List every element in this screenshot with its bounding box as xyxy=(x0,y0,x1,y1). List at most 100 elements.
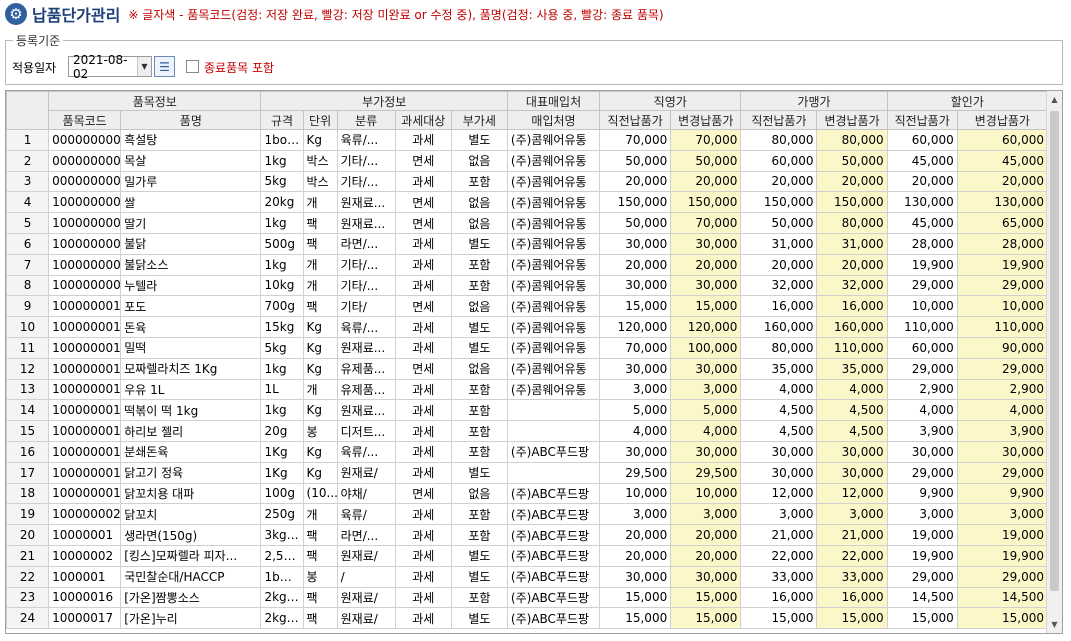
tax-target-cell[interactable]: 과세 xyxy=(394,129,452,151)
row-number-cell[interactable]: 23 xyxy=(6,586,50,609)
vat-cell[interactable]: 포함 xyxy=(450,420,508,442)
tax-target-cell[interactable]: 과세 xyxy=(394,378,452,401)
direct-prev-cell[interactable]: 29,500 xyxy=(599,461,672,484)
vat-cell[interactable]: 별도 xyxy=(450,129,508,151)
vat-cell[interactable]: 별도 xyxy=(450,544,508,567)
direct-new-cell[interactable]: 3,000 xyxy=(670,378,742,401)
table-row[interactable]: 161000000017분쇄돈육1KgKg육류/...과세포함(주)ABC푸드팡… xyxy=(6,440,1049,463)
vendor-cell[interactable]: (주)콤웨어유통 xyxy=(506,274,601,297)
include-ended-label[interactable]: 종료품목 포함 xyxy=(204,59,274,76)
table-row[interactable]: 30000000004밀가루5kg박스기타/...과세포함(주)콤웨어유통20,… xyxy=(6,170,1049,193)
code-cell[interactable]: 1000000019 xyxy=(48,482,122,505)
table-row[interactable]: 24 10000017 [가온]누리 2kg*... 팩 원재료/과세 별도 (주)ABC푸드… xyxy=(6,607,1049,630)
franchise-prev-cell[interactable]: 30,000 xyxy=(740,461,818,484)
name-cell[interactable]: 포도 xyxy=(120,295,262,318)
direct-prev-cell[interactable]: 20,000 xyxy=(599,170,672,193)
discount-prev-cell[interactable]: 20,000 xyxy=(886,170,958,193)
tax-target-cell[interactable]: 과세 xyxy=(394,607,452,630)
vendor-cell[interactable]: (주)ABC푸드팡 xyxy=(506,586,601,609)
table-row[interactable]: 21 10000002 [킹스]모짜렐라 피자... 2,5k... 팩 원재료/과세 별도… xyxy=(6,544,1049,567)
discount-prev-cell[interactable]: 28,000 xyxy=(886,232,958,255)
discount-prev-cell[interactable]: 45,000 xyxy=(886,149,958,172)
vat-cell[interactable]: 포함 xyxy=(450,524,508,546)
table-row[interactable]: 61000000007불닭500g팩라면/...과세별도(주)콤웨어유통30,0… xyxy=(6,232,1049,255)
code-cell[interactable]: 10000002 xyxy=(48,544,122,567)
spec-cell[interactable]: 500g xyxy=(260,232,304,255)
direct-new-cell[interactable]: 4,000 xyxy=(670,420,742,442)
row-number-cell[interactable]: 14 xyxy=(6,399,50,422)
franchise-new-cell[interactable]: 12,000 xyxy=(816,482,888,505)
column-header-tax-target[interactable]: 과세대상 xyxy=(394,110,452,130)
franchise-new-cell[interactable]: 160,000 xyxy=(816,316,888,338)
discount-prev-cell[interactable]: 130,000 xyxy=(886,191,958,214)
unit-cell[interactable]: 개 xyxy=(302,191,338,214)
discount-new-cell[interactable]: 15,000 xyxy=(956,607,1049,630)
discount-new-cell[interactable]: 29,000 xyxy=(956,274,1049,297)
franchise-prev-cell[interactable]: 30,000 xyxy=(740,440,818,463)
spec-cell[interactable]: 250g xyxy=(260,503,304,526)
code-cell[interactable]: 1000000020 xyxy=(48,503,122,526)
discount-new-cell[interactable]: 60,000 xyxy=(956,129,1049,151)
row-number-cell[interactable]: 7 xyxy=(6,253,50,276)
column-header-direct-prev[interactable]: 직전납품가 xyxy=(599,110,672,130)
direct-new-cell[interactable]: 29,500 xyxy=(670,461,742,484)
vat-cell[interactable]: 포함 xyxy=(450,274,508,297)
discount-new-cell[interactable]: 9,900 xyxy=(956,482,1049,505)
franchise-new-cell[interactable]: 4,000 xyxy=(816,378,888,401)
vendor-cell[interactable] xyxy=(506,461,601,484)
table-row[interactable]: 221000001국민찰순대/HACCP1b=1...봉/과세별도(주)ABC푸… xyxy=(6,565,1049,588)
unit-cell[interactable]: 개 xyxy=(302,378,338,401)
discount-prev-cell[interactable]: 15,000 xyxy=(886,607,958,630)
category-cell[interactable]: 원재료... xyxy=(336,191,396,214)
unit-cell[interactable]: 팩 xyxy=(302,524,338,546)
discount-new-cell[interactable]: 30,000 xyxy=(956,440,1049,463)
row-number-cell[interactable]: 17 xyxy=(6,461,50,484)
tax-target-cell[interactable]: 과세 xyxy=(394,420,452,442)
discount-prev-cell[interactable]: 45,000 xyxy=(886,212,958,234)
spec-cell[interactable]: 1b=1... xyxy=(260,565,304,588)
row-number-cell[interactable]: 19 xyxy=(6,503,50,526)
spec-cell[interactable]: 1kg xyxy=(260,357,304,380)
code-cell[interactable]: 10000001 xyxy=(48,524,122,546)
category-cell[interactable]: 디저트... xyxy=(336,420,396,442)
name-cell[interactable]: 닭고기 정육 xyxy=(120,461,262,484)
franchise-new-cell[interactable]: 110,000 xyxy=(816,336,888,359)
direct-prev-cell[interactable]: 70,000 xyxy=(599,129,672,151)
tax-target-cell[interactable]: 과세 xyxy=(394,544,452,567)
direct-prev-cell[interactable]: 50,000 xyxy=(599,212,672,234)
discount-prev-cell[interactable]: 3,000 xyxy=(886,503,958,526)
tax-target-cell[interactable]: 과세 xyxy=(394,253,452,276)
table-row[interactable]: 71000000008불닭소스1kg개기타/...과세포함(주)콤웨어유통20,… xyxy=(6,253,1049,276)
franchise-new-cell[interactable]: 35,000 xyxy=(816,357,888,380)
franchise-prev-cell[interactable]: 12,000 xyxy=(740,482,818,505)
franchise-prev-cell[interactable]: 80,000 xyxy=(740,336,818,359)
code-cell[interactable]: 0000000004 xyxy=(48,170,122,193)
vat-cell[interactable]: 별도 xyxy=(450,232,508,255)
name-cell[interactable]: 모짜렐라치즈 1Kg xyxy=(120,357,262,380)
vat-cell[interactable]: 없음 xyxy=(450,482,508,505)
row-number-cell[interactable]: 5 xyxy=(6,212,50,234)
spec-cell[interactable]: 1kg xyxy=(260,253,304,276)
code-cell[interactable]: 0000000001 xyxy=(48,129,122,151)
direct-new-cell[interactable]: 15,000 xyxy=(670,295,742,318)
table-row[interactable]: 131000000014우유 1L1L개유제품...과세포함(주)콤웨어유통3,… xyxy=(6,378,1049,401)
vendor-cell[interactable]: (주)콤웨어유통 xyxy=(506,232,601,255)
category-cell[interactable]: 유제품... xyxy=(336,357,396,380)
unit-cell[interactable]: Kg xyxy=(302,129,338,151)
discount-prev-cell[interactable]: 29,000 xyxy=(886,565,958,588)
vat-cell[interactable]: 없음 xyxy=(450,357,508,380)
tax-target-cell[interactable]: 과세 xyxy=(394,316,452,338)
code-cell[interactable]: 1000000018 xyxy=(48,461,122,484)
discount-new-cell[interactable]: 19,900 xyxy=(956,544,1049,567)
unit-cell[interactable]: 봉 xyxy=(302,565,338,588)
category-cell[interactable]: 유제품... xyxy=(336,378,396,401)
vendor-cell[interactable]: (주)콤웨어유통 xyxy=(506,336,601,359)
list-icon[interactable]: ☰ xyxy=(154,56,175,77)
discount-prev-cell[interactable]: 9,900 xyxy=(886,482,958,505)
vendor-cell[interactable]: (주)콤웨어유통 xyxy=(506,149,601,172)
name-cell[interactable]: 우유 1L xyxy=(120,378,262,401)
name-cell[interactable]: 딸기 xyxy=(120,212,262,234)
code-cell[interactable]: 1000001 xyxy=(48,565,122,588)
franchise-prev-cell[interactable]: 35,000 xyxy=(740,357,818,380)
discount-new-cell[interactable]: 130,000 xyxy=(956,191,1049,214)
